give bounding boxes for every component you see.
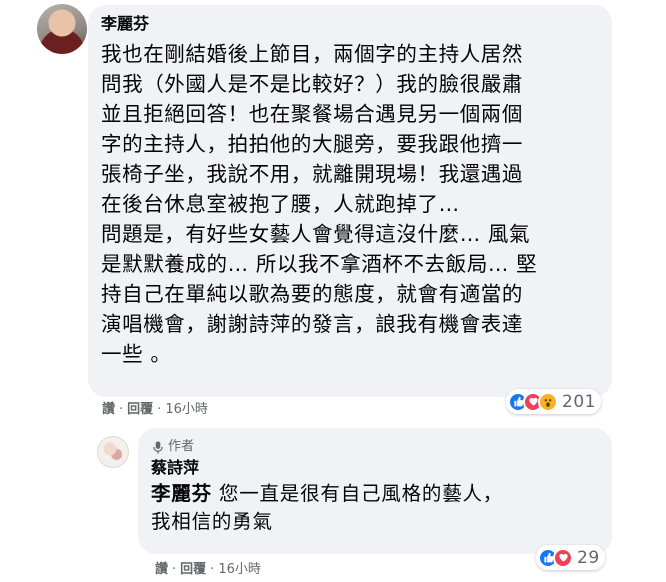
commenter-avatar[interactable] [37, 4, 87, 54]
microphone-icon [151, 440, 165, 454]
reaction-count: 29 [577, 547, 600, 568]
comment-line: 是默默養成的… 所以我不拿酒杯不去飯局… 堅 [101, 252, 538, 276]
wow-reaction-icon [538, 391, 558, 412]
comment-line: 我也在剛結婚後上節目，兩個字的主持人居然 [101, 42, 523, 66]
love-reaction-icon [553, 547, 573, 568]
separator: · [157, 402, 162, 417]
author-badge-label: 作者 [168, 439, 195, 454]
separator: · [210, 562, 215, 577]
comment-actions: 讚 · 回覆 · 16小時 [102, 402, 208, 418]
like-button[interactable]: 讚 [155, 562, 168, 578]
comment-line: 並且拒絕回答！也在聚餐場合遇見另一個兩個 [101, 102, 523, 126]
reply-reactions[interactable]: 29 [536, 545, 605, 570]
timestamp[interactable]: 16小時 [165, 402, 208, 418]
like-button[interactable]: 讚 [102, 402, 115, 418]
reply-line: 您一直是很有自己風格的藝人， [211, 482, 504, 505]
mention-link[interactable]: 李麗芬 [151, 482, 212, 505]
comment-line: 張椅子坐，我說不用，就離開現場！我還遇過 [101, 162, 523, 186]
reply-button[interactable]: 回覆 [180, 562, 206, 578]
reply-author[interactable]: 蔡詩萍 [151, 457, 598, 479]
comment-bubble: 李麗芬 我也在剛結婚後上節目，兩個字的主持人居然 問我（外國人是不是比較好？）我… [88, 5, 612, 397]
timestamp[interactable]: 16小時 [218, 562, 261, 578]
comment-line: 問題是，有好些女藝人會覺得這沒什麼… 風氣 [101, 222, 531, 246]
reply-avatar[interactable] [97, 436, 129, 468]
reaction-count: 201 [562, 391, 596, 412]
comment-reactions[interactable]: 201 [506, 389, 601, 414]
reply-line: 我相信的勇氣 [151, 510, 273, 533]
author-badge: 作者 [151, 439, 598, 455]
reply-button[interactable]: 回覆 [127, 402, 153, 418]
reply-actions: 讚 · 回覆 · 16小時 [155, 562, 261, 578]
comment-line: 持自己在單純以歌為要的態度，就會有適當的 [101, 282, 523, 306]
comment-line: 在後台休息室被抱了腰，人就跑掉了… [101, 192, 460, 216]
reply-bubble: 作者 蔡詩萍 李麗芬 您一直是很有自己風格的藝人， 我相信的勇氣 [138, 428, 612, 554]
reply-text: 李麗芬 您一直是很有自己風格的藝人， 我相信的勇氣 [151, 480, 598, 536]
comment-line: 演唱機會，謝謝詩萍的發言，誏我有機會表達 [101, 312, 523, 336]
separator: · [119, 402, 124, 417]
comment-text: 我也在剛結婚後上節目，兩個字的主持人居然 問我（外國人是不是比較好？）我的臉很嚴… [101, 39, 598, 369]
comment-author[interactable]: 李麗芬 [101, 13, 598, 35]
comment-line: 一些 。 [101, 342, 172, 366]
separator: · [172, 562, 177, 577]
comment-line: 問我（外國人是不是比較好？）我的臉很嚴肅 [101, 72, 523, 96]
comment-line: 字的主持人，拍拍他的大腿旁，要我跟他擠一 [101, 132, 523, 156]
